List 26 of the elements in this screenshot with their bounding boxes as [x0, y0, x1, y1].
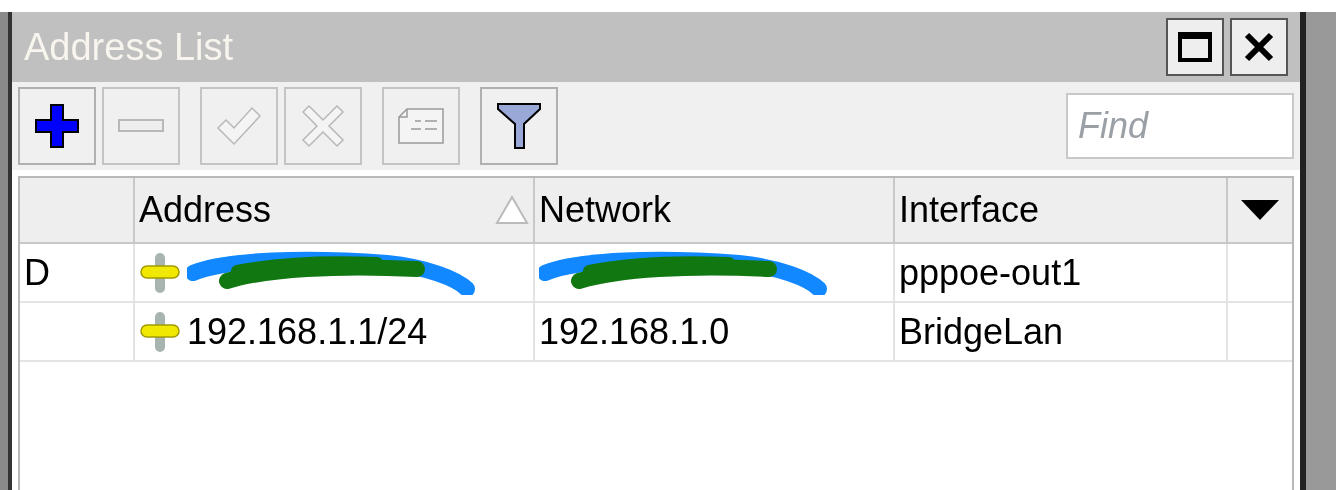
address-icon — [139, 250, 181, 295]
cross-icon — [301, 104, 345, 148]
interface-cell-text: BridgeLan — [899, 309, 1064, 354]
flag-cell: D — [20, 244, 135, 301]
column-header[interactable]: Network — [535, 178, 895, 242]
close-icon — [1244, 32, 1274, 62]
plus-icon — [34, 103, 80, 149]
maximize-button[interactable] — [1166, 18, 1224, 76]
maximize-icon — [1178, 32, 1212, 62]
dropdown-icon — [1241, 200, 1279, 220]
minus-icon — [118, 118, 164, 134]
window-title: Address List — [24, 24, 234, 70]
funnel-icon — [496, 102, 542, 150]
sort-arrow-icon — [495, 195, 529, 225]
toolbar-button[interactable] — [18, 87, 96, 165]
close-button[interactable] — [1230, 18, 1288, 76]
address-cell-text: 192.168.1.1/24 — [187, 309, 428, 354]
checkmark-icon — [216, 106, 262, 146]
interface-cell-text: pppoe-out1 — [899, 250, 1082, 295]
toolbar-button[interactable] — [480, 87, 558, 165]
column-header[interactable]: Address — [135, 178, 535, 242]
note-icon — [397, 107, 445, 145]
column-header[interactable]: Interface — [895, 178, 1228, 242]
address-icon — [139, 309, 181, 354]
search-field[interactable]: Find — [1066, 93, 1294, 159]
network-cell-text: 192.168.1.0 — [539, 309, 730, 354]
